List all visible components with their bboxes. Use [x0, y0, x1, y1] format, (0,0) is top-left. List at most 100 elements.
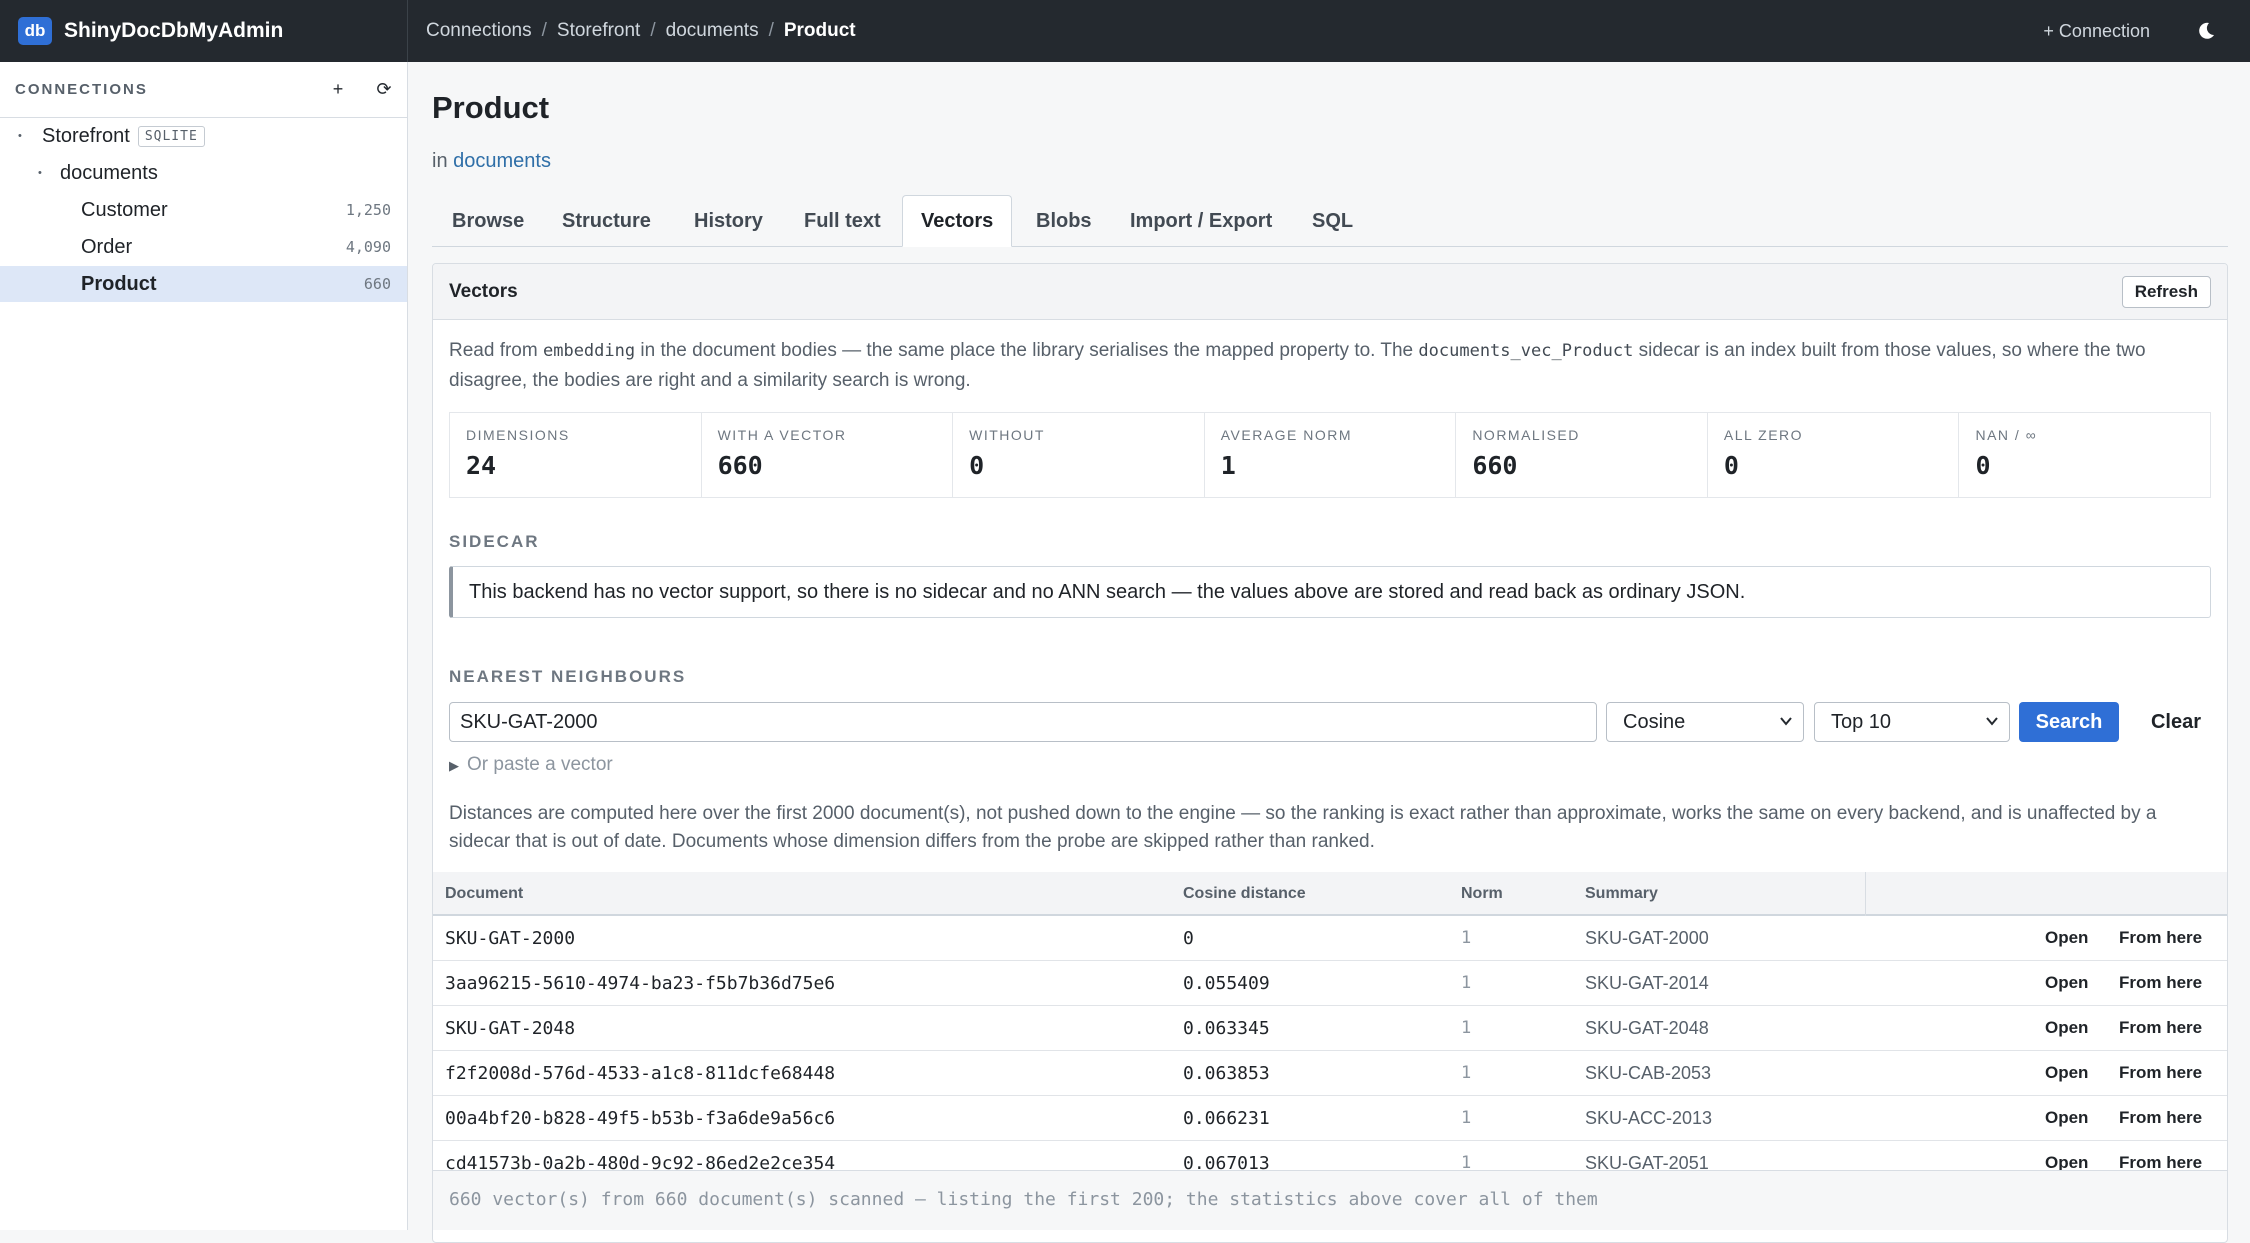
- probe-document-input[interactable]: SKU-GAT-2000: [449, 702, 1597, 742]
- open-button[interactable]: Open: [2045, 973, 2088, 993]
- from-here-button[interactable]: From here: [2119, 1018, 2202, 1038]
- header-document[interactable]: Document: [445, 885, 523, 903]
- column-divider: [1865, 872, 1866, 916]
- tree-collection-customer[interactable]: Customer 1,250: [0, 192, 407, 228]
- tree-connection-storefront[interactable]: • Storefront SQLITE: [0, 118, 407, 154]
- database-link[interactable]: documents: [453, 150, 551, 172]
- breadcrumb-separator: /: [541, 20, 547, 41]
- tab-sql[interactable]: SQL: [1312, 195, 1353, 247]
- table-row[interactable]: 00a4bf20-b828-49f5-b53b-f3a6de9a56c6 0.06…: [433, 1096, 2227, 1141]
- desc-code-embedding: embedding: [542, 341, 636, 361]
- cell-document[interactable]: SKU-GAT-2048: [445, 1018, 575, 1039]
- app-brand[interactable]: db ShinyDocDbMyAdmin: [0, 0, 408, 62]
- cell-norm: 1: [1461, 1108, 1472, 1128]
- tab-vectors[interactable]: Vectors: [902, 195, 1013, 247]
- subtitle-prefix: in: [432, 150, 448, 172]
- from-here-button[interactable]: From here: [2119, 973, 2202, 993]
- top-k-select[interactable]: Top 10: [1814, 702, 2010, 742]
- header-summary[interactable]: Summary: [1585, 885, 1658, 903]
- cell-document[interactable]: SKU-GAT-2000: [445, 928, 575, 949]
- app-name: ShinyDocDbMyAdmin: [64, 19, 284, 42]
- cell-norm: 1: [1461, 1063, 1472, 1083]
- stat-label: Average norm: [1220, 427, 1353, 443]
- cell-cosine-distance: 0.066231: [1183, 1108, 1270, 1129]
- stat-value: 24: [466, 451, 497, 480]
- connections-heading: CONNECTIONS: [15, 81, 148, 98]
- footer-status: 660 vector(s) from 660 document(s) scann…: [449, 1189, 1598, 1210]
- stat-label: NaN / ∞: [1975, 427, 2038, 443]
- refresh-icon[interactable]: ⟳: [376, 79, 392, 100]
- cell-norm: 1: [1461, 973, 1472, 993]
- breadcrumb-connections[interactable]: Connections: [426, 20, 532, 42]
- open-button[interactable]: Open: [2045, 928, 2088, 948]
- metric-select[interactable]: Cosine: [1606, 702, 1804, 742]
- collection-name: Product: [81, 272, 157, 295]
- open-button[interactable]: Open: [2045, 1108, 2088, 1128]
- table-row[interactable]: SKU-GAT-2048 0.063345 1 SKU-GAT-2048 Open Fro…: [433, 1006, 2227, 1051]
- table-row[interactable]: 3aa96215-5610-4974-ba23-f5b7b36d75e6 0.05…: [433, 961, 2227, 1006]
- add-connection-button[interactable]: + Connection: [2043, 21, 2150, 42]
- clear-button[interactable]: Clear: [2141, 702, 2211, 742]
- paste-vector-toggle[interactable]: ▶ Or paste a vector: [449, 754, 613, 776]
- desc-text: in the document bodies — the same place …: [635, 340, 1419, 361]
- cell-cosine-distance: 0: [1183, 928, 1194, 949]
- breadcrumb-storefront[interactable]: Storefront: [557, 20, 640, 42]
- search-button[interactable]: Search: [2019, 702, 2119, 742]
- tree-collection-order[interactable]: Order 4,090: [0, 229, 407, 265]
- results-header: Document Cosine distance Norm Summary: [433, 872, 2227, 916]
- cell-cosine-distance: 0.055409: [1183, 973, 1270, 994]
- tab-browse[interactable]: Browse: [452, 195, 524, 247]
- tab-blobs[interactable]: Blobs: [1036, 195, 1092, 247]
- app-logo: db: [18, 17, 52, 45]
- panel-title: Vectors: [449, 280, 518, 302]
- stat-value: 0: [1723, 451, 1739, 480]
- collection-name: Order: [81, 235, 133, 258]
- tree-database-documents[interactable]: • documents: [0, 155, 407, 191]
- stat-nan-inf: NaN / ∞ 0: [1959, 413, 2210, 497]
- stat-dimensions: Dimensions 24: [450, 413, 702, 497]
- add-icon[interactable]: +: [330, 79, 346, 100]
- distance-note: Distances are computed here over the fir…: [449, 803, 2157, 852]
- refresh-button[interactable]: Refresh: [2121, 275, 2211, 308]
- caret-icon[interactable]: •: [18, 130, 32, 142]
- breadcrumb-separator: /: [650, 20, 656, 41]
- tree-collection-product[interactable]: Product 660: [0, 266, 407, 302]
- cell-document[interactable]: f2f2008d-576d-4533-a1c8-811dcfe68448: [445, 1063, 835, 1084]
- desc-code-sidecar: documents_vec_Product: [1418, 341, 1634, 361]
- cell-norm: 1: [1461, 928, 1472, 948]
- metric-select-value: Cosine: [1623, 710, 1686, 733]
- from-here-button[interactable]: From here: [2119, 928, 2202, 948]
- breadcrumb-documents[interactable]: documents: [666, 20, 759, 42]
- cell-document[interactable]: 3aa96215-5610-4974-ba23-f5b7b36d75e6: [445, 973, 835, 994]
- caret-icon[interactable]: •: [38, 167, 52, 179]
- from-here-button[interactable]: From here: [2119, 1063, 2202, 1083]
- tab-history[interactable]: History: [694, 195, 763, 247]
- nearest-neighbours-heading: NEAREST NEIGHBOURS: [449, 667, 687, 686]
- stat-value: 660: [1472, 451, 1518, 480]
- tab-structure[interactable]: Structure: [562, 195, 651, 247]
- table-row[interactable]: SKU-GAT-2000 0 1 SKU-GAT-2000 Open From here: [433, 916, 2227, 961]
- stat-value: 660: [717, 451, 763, 480]
- header-cosine-distance[interactable]: Cosine distance: [1183, 885, 1306, 903]
- table-row[interactable]: f2f2008d-576d-4533-a1c8-811dcfe68448 0.06…: [433, 1051, 2227, 1096]
- open-button[interactable]: Open: [2045, 1018, 2088, 1038]
- results-footer: 660 vector(s) from 660 document(s) scann…: [433, 1170, 2227, 1230]
- cell-document[interactable]: 00a4bf20-b828-49f5-b53b-f3a6de9a56c6: [445, 1108, 835, 1129]
- breadcrumb-separator: /: [768, 20, 774, 41]
- tab-full-text[interactable]: Full text: [804, 195, 881, 247]
- header-norm[interactable]: Norm: [1461, 885, 1503, 903]
- stat-label: With a vector: [717, 427, 847, 443]
- stat-label: All zero: [1723, 427, 1804, 443]
- connection-name: Storefront: [42, 124, 130, 147]
- from-here-button[interactable]: From here: [2119, 1108, 2202, 1128]
- tab-import-export[interactable]: Import / Export: [1130, 195, 1272, 247]
- open-button[interactable]: Open: [2045, 1063, 2088, 1083]
- stat-with-vector: With a vector 660: [702, 413, 954, 497]
- moon-icon[interactable]: [2196, 21, 2216, 41]
- collection-name: Customer: [81, 198, 168, 221]
- stat-label: Normalised: [1472, 427, 1580, 443]
- vectors-description: Read from embedding in the document bodi…: [449, 336, 2211, 395]
- sidecar-heading: SIDECAR: [449, 532, 540, 551]
- chevron-down-icon: [1780, 717, 1792, 726]
- top-k-select-value: Top 10: [1831, 710, 1892, 733]
